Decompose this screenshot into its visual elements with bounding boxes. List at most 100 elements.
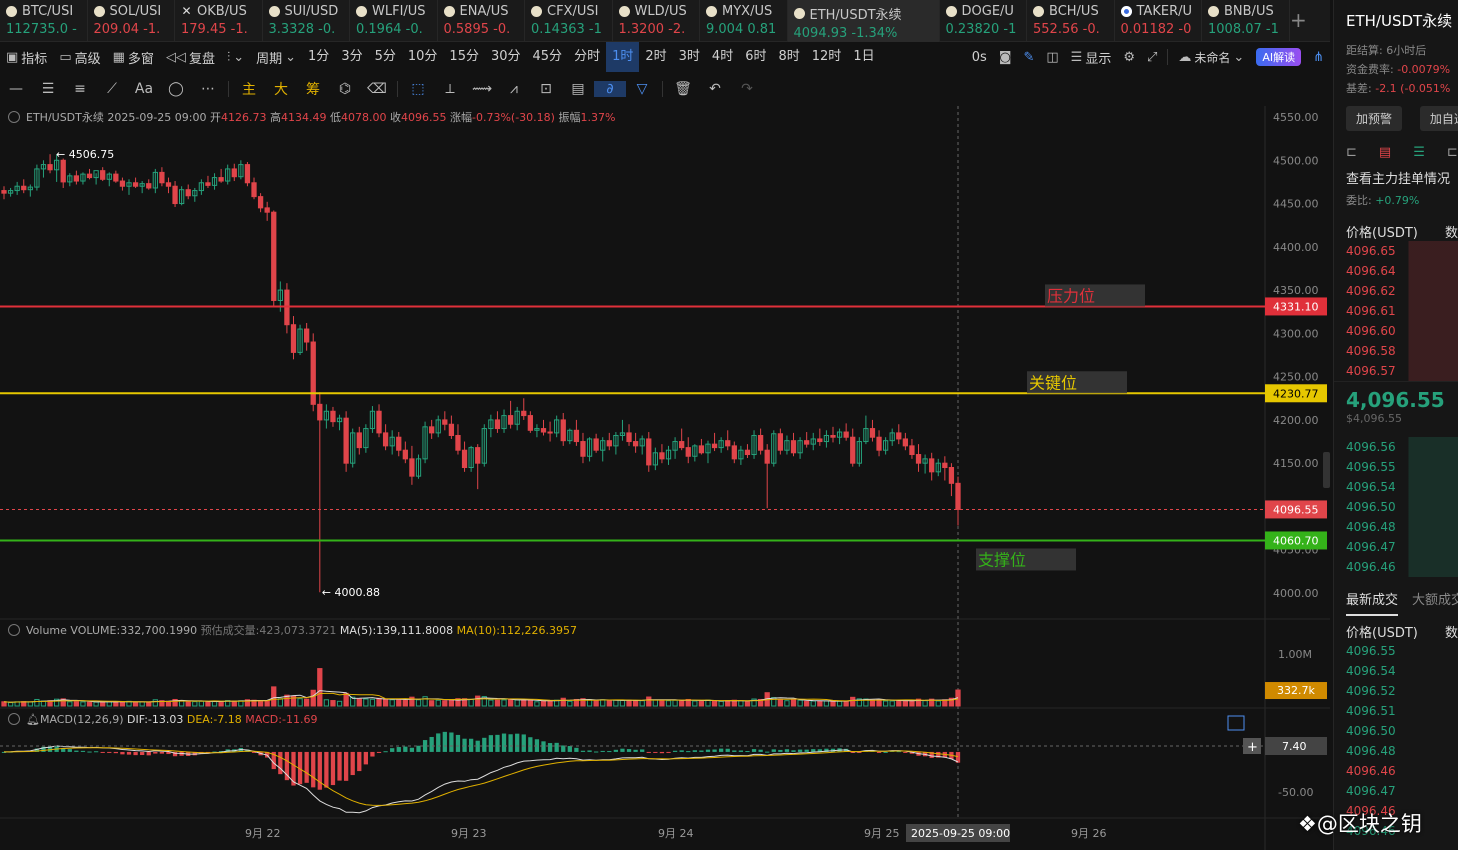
orderbook-asks-icon[interactable]: ▤ xyxy=(1379,145,1391,160)
bid-row[interactable]: 4096.55 xyxy=(1334,457,1458,477)
main-force-toggle[interactable]: 主 xyxy=(233,79,265,99)
eye-icon[interactable] xyxy=(8,111,20,123)
add-alert-button[interactable]: 加预警 xyxy=(1346,106,1403,131)
period-option[interactable]: 8时 xyxy=(772,42,805,72)
screenshot-button[interactable]: ◙ xyxy=(993,42,1018,72)
ticker-tab[interactable]: ETH/USDT永续 4094.93 -1.34% xyxy=(787,0,940,42)
ticker-tab[interactable]: ENA/US 0.5895 -0. xyxy=(438,0,525,42)
ticker-tab[interactable]: BCH/US 552.56 -0. xyxy=(1027,0,1115,42)
bid-row[interactable]: 4096.46 xyxy=(1334,557,1458,577)
bid-row[interactable]: 4096.50 xyxy=(1334,497,1458,517)
ticker-tab[interactable]: TAKER/U 0.01182 -0 xyxy=(1115,0,1202,42)
add-tab-plus-icon[interactable]: + xyxy=(1290,8,1307,32)
period-option[interactable]: 1时 xyxy=(606,42,640,72)
sidebar-collapse-handle[interactable] xyxy=(1323,452,1330,488)
ticker-tab[interactable]: SUI/USD 3.3328 -0. xyxy=(263,0,350,42)
delete-tool[interactable]: 🗑 xyxy=(667,81,699,97)
period-option[interactable]: 10分 xyxy=(402,42,444,72)
multi-window-button[interactable]: ▦ 多窗 xyxy=(107,42,160,72)
fib-tool[interactable]: ≡ xyxy=(64,81,96,97)
ticker-tab[interactable]: DOGE/U 0.23820 -1 xyxy=(940,0,1027,42)
ask-row[interactable]: 4096.64 xyxy=(1334,261,1458,281)
period-option[interactable]: 分时 xyxy=(568,42,606,72)
period-dropdown[interactable]: 周期 ⌄ xyxy=(250,42,302,72)
draw-button[interactable]: ✎ xyxy=(1017,42,1040,72)
edit-tool[interactable]: ▤ xyxy=(562,81,594,97)
layout-name-dropdown[interactable]: ☁ 未命名 ⌄ xyxy=(1172,42,1250,72)
period-option[interactable]: 12时 xyxy=(806,42,848,72)
period-option[interactable]: 45分 xyxy=(527,42,569,72)
ruler-tool[interactable]: ⟂ xyxy=(434,81,466,97)
ai-interpret-button[interactable]: AI解读 xyxy=(1250,42,1307,72)
period-option[interactable]: 2时 xyxy=(639,42,672,72)
share-button[interactable]: ⋔ xyxy=(1307,42,1330,72)
tab-latest-trades[interactable]: 最新成交 xyxy=(1346,589,1399,616)
chip-toggle[interactable]: 筹 xyxy=(297,79,329,99)
price-chart[interactable]: 4550.00 4500.00 4450.00 4400.00 4350.00 4300.… xyxy=(0,106,1330,850)
expand-pane-icon[interactable] xyxy=(1227,715,1245,731)
ask-row[interactable]: 4096.58 xyxy=(1334,341,1458,361)
period-option[interactable]: 6时 xyxy=(739,42,772,72)
more-tools[interactable]: ⋯ xyxy=(192,81,224,97)
ticker-tab[interactable]: CFX/USI 0.14363 -1 xyxy=(525,0,613,42)
ticker-tab[interactable]: MYX/US 9.004 0.81 xyxy=(700,0,788,42)
bell-icon[interactable]: 🔔︎ xyxy=(26,713,40,726)
ask-row[interactable]: 4096.62 xyxy=(1334,281,1458,301)
period-option[interactable]: 15分 xyxy=(443,42,485,72)
measure-tool[interactable]: ⟿ xyxy=(466,81,498,97)
period-option[interactable]: 3时 xyxy=(673,42,706,72)
display-button[interactable]: ☰ 显示 xyxy=(1065,42,1118,72)
lock-tool[interactable]: ⊡ xyxy=(530,81,562,97)
settings-button[interactable]: ⚙ xyxy=(1117,42,1141,72)
eye-icon[interactable] xyxy=(8,624,20,636)
undo-button[interactable]: ↶ xyxy=(699,81,731,97)
filter-tool[interactable]: ▽ xyxy=(626,81,658,97)
ask-row[interactable]: 4096.57 xyxy=(1334,361,1458,381)
ticker-tab[interactable]: WLD/US 1.3200 -2. xyxy=(613,0,700,42)
orderbook-both-icon[interactable]: ⊏ xyxy=(1346,145,1357,160)
add-favorite-button[interactable]: 加自选 xyxy=(1419,106,1458,131)
ticker-tab[interactable]: BNB/US 1008.07 -1 xyxy=(1202,0,1290,42)
advanced-button[interactable]: ▭ 高级 xyxy=(53,42,106,72)
big-order-toggle[interactable]: 大 xyxy=(265,79,297,99)
ticker-tab[interactable]: WLFI/US 0.1964 -0. xyxy=(350,0,438,42)
replay-button[interactable]: ◁◁ 复盘 xyxy=(160,42,221,72)
trend-line-tool[interactable]: ⟋ xyxy=(96,81,128,97)
parallel-lines-tool[interactable]: ☰ xyxy=(32,81,64,97)
period-option[interactable]: 30分 xyxy=(485,42,527,72)
eraser-tool[interactable]: ⌫ xyxy=(361,81,393,97)
bid-row[interactable]: 4096.54 xyxy=(1334,477,1458,497)
ticker-tab[interactable]: BTC/USI 112735.0 - xyxy=(0,0,88,42)
period-option[interactable]: 5分 xyxy=(369,42,402,72)
bid-row[interactable]: 4096.48 xyxy=(1334,517,1458,537)
ticker-tab[interactable]: SOL/USI 209.04 -1. xyxy=(88,0,175,42)
indicators-button[interactable]: ▣ 指标 xyxy=(0,42,53,72)
period-option[interactable]: 3分 xyxy=(335,42,368,72)
ask-row[interactable]: 4096.65 xyxy=(1334,241,1458,261)
period-option[interactable]: 1日 xyxy=(847,42,880,72)
ask-row[interactable]: 4096.60 xyxy=(1334,321,1458,341)
bid-row[interactable]: 4096.56 xyxy=(1334,437,1458,457)
chart-type-button[interactable]: ⫶ ⌄ xyxy=(221,42,250,72)
tab-big-trades[interactable]: 大额成交 xyxy=(1412,589,1458,616)
chart-area[interactable]: 4550.00 4500.00 4450.00 4400.00 4350.00 4300.… xyxy=(0,106,1330,850)
zero-s-toggle[interactable]: 0s xyxy=(966,42,993,72)
window-button[interactable]: ◫ xyxy=(1040,42,1064,72)
orderbook-link[interactable]: 查看主力挂单情况 xyxy=(1334,160,1458,187)
period-option[interactable]: 1分 xyxy=(302,42,335,72)
eye-icon[interactable] xyxy=(8,713,20,725)
horizontal-line-tool[interactable]: — xyxy=(0,81,32,97)
select-tool[interactable]: ⬚ xyxy=(402,81,434,97)
orderbook-bids-icon[interactable]: ☰ xyxy=(1413,145,1425,160)
text-tool[interactable]: Aa xyxy=(128,81,160,97)
period-option[interactable]: 4时 xyxy=(706,42,739,72)
fullscreen-button[interactable]: ⤢ xyxy=(1141,42,1163,72)
pattern-tool[interactable]: ⩘ xyxy=(498,81,530,97)
link-tool[interactable]: ∂ xyxy=(594,81,626,97)
orderbook-compact-icon[interactable]: ⊏ xyxy=(1447,145,1458,160)
redo-button[interactable]: ↷ xyxy=(731,81,763,97)
ellipse-tool[interactable]: ◯ xyxy=(160,81,192,97)
bid-row[interactable]: 4096.47 xyxy=(1334,537,1458,557)
ticker-tab[interactable]: ✕ OKB/US 179.45 -1. xyxy=(175,0,263,42)
magnet-tool[interactable]: ⌬ xyxy=(329,81,361,97)
